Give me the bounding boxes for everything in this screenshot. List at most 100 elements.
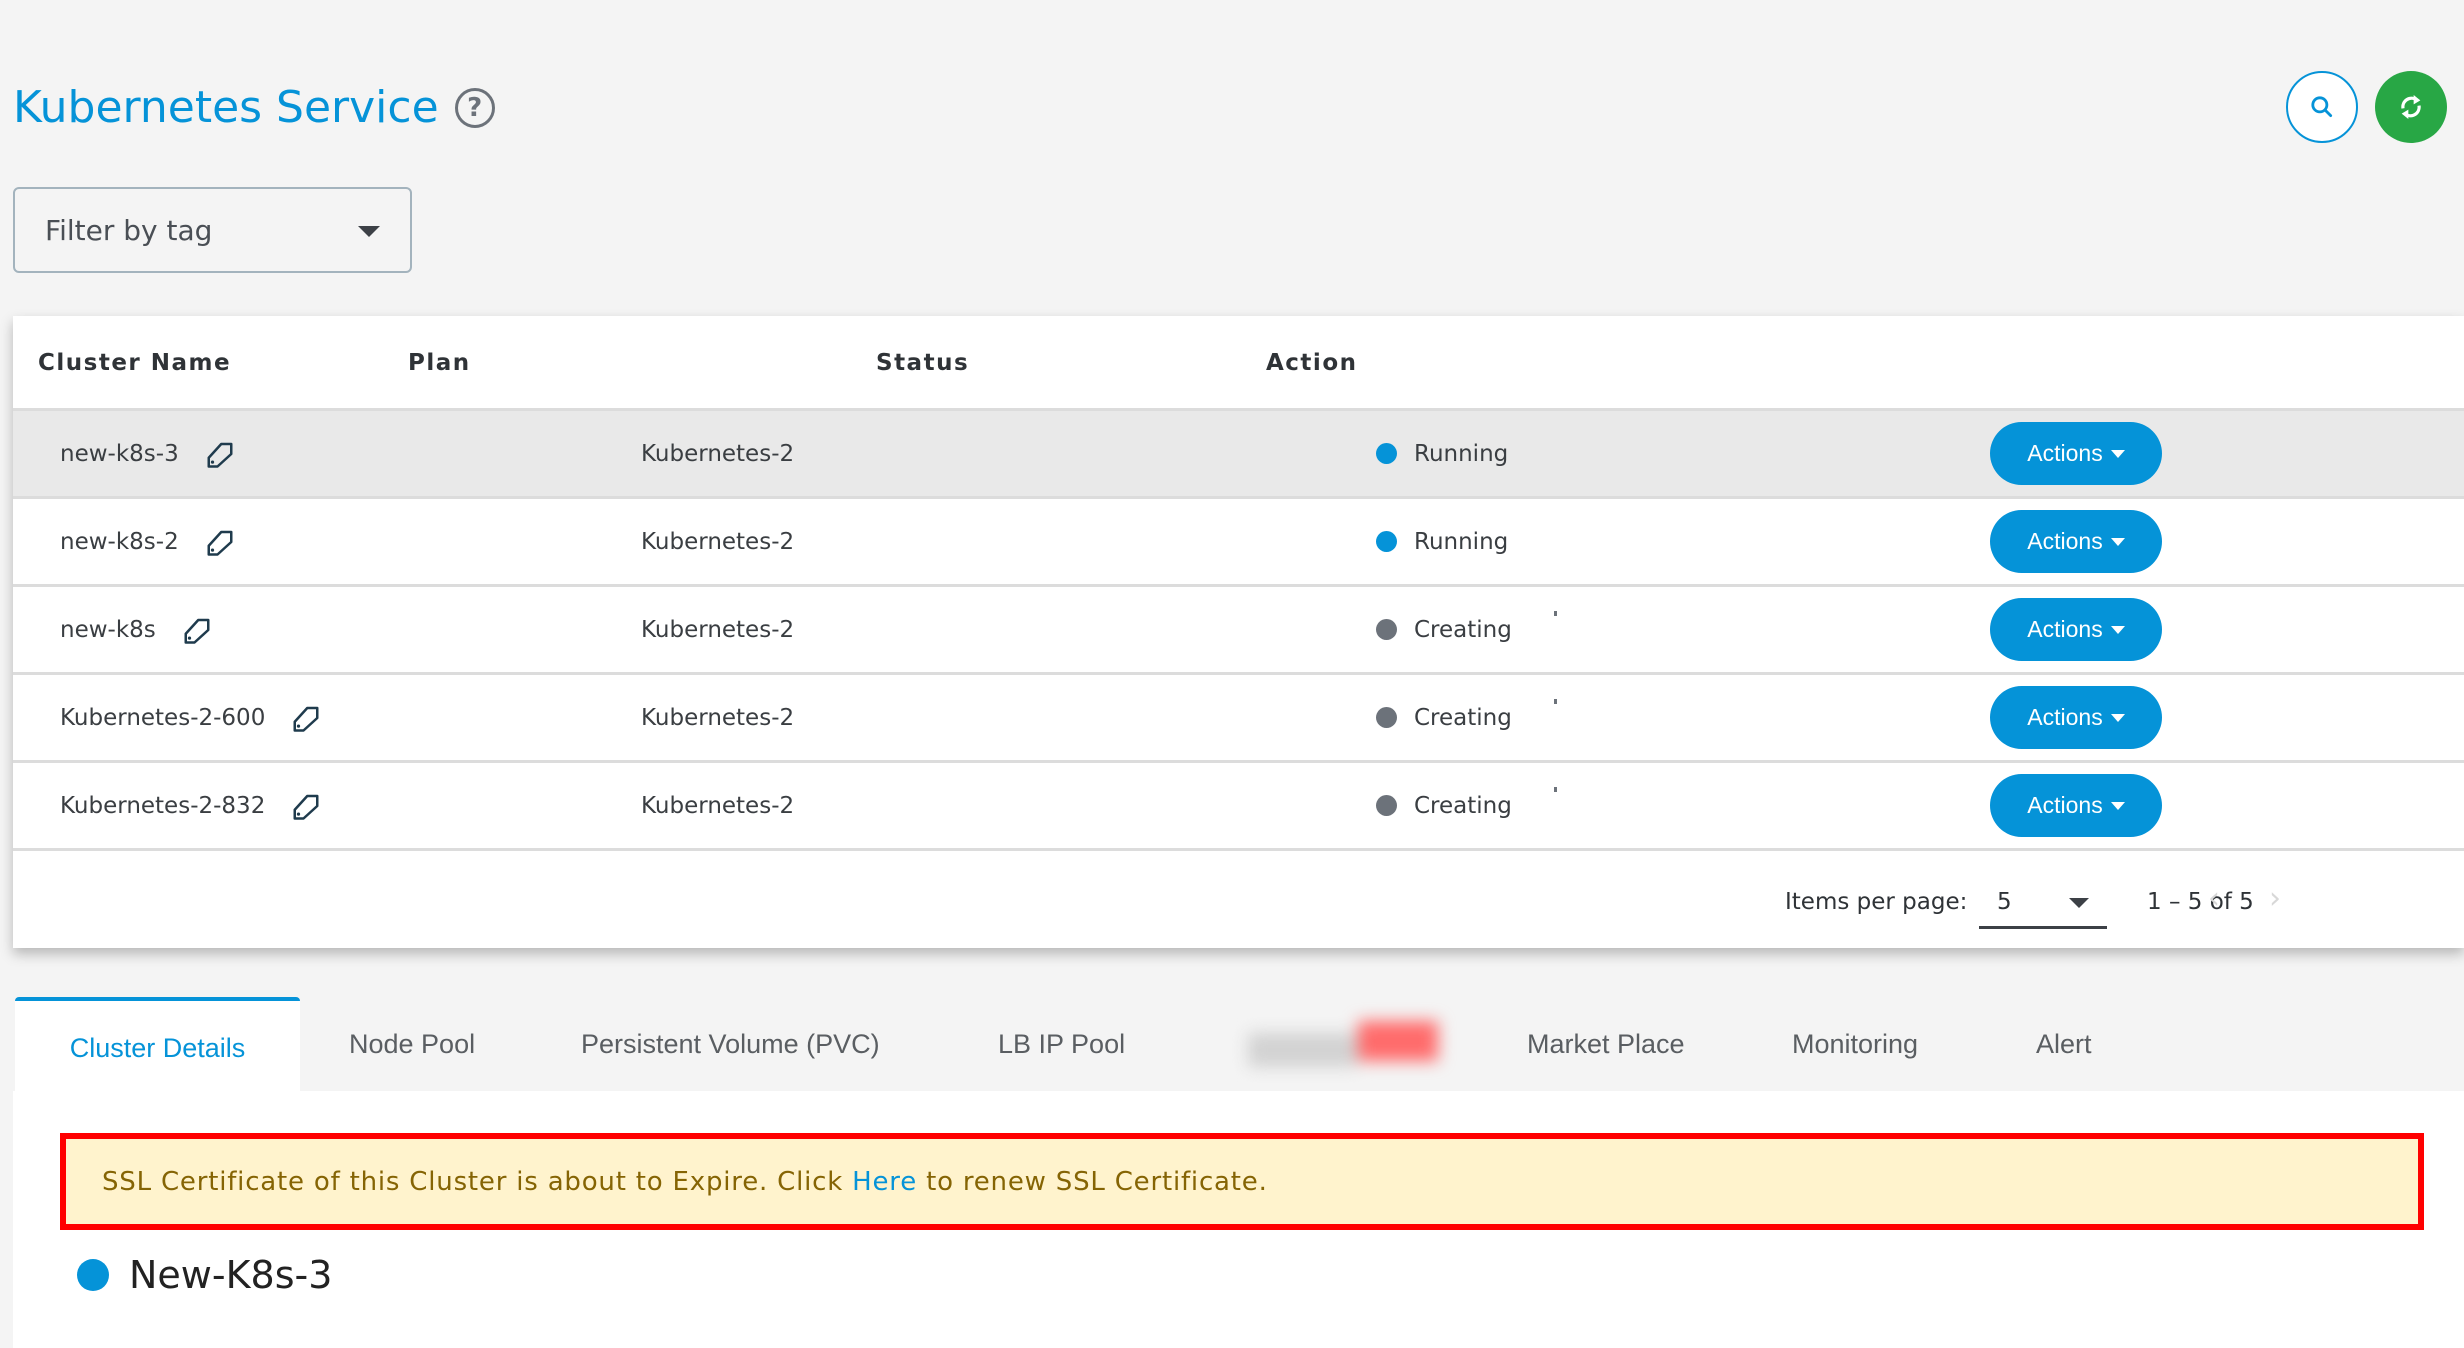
status-badge: Running [1414,528,1509,555]
tag-icon[interactable] [291,703,321,733]
actions-label: Actions [2027,704,2103,730]
detail-tabs: Cluster Details Node Pool Persistent Vol… [13,997,2464,1091]
alert-text-before: SSL Certificate of this Cluster is about… [102,1166,853,1197]
question-circle-icon[interactable]: ? [454,87,495,128]
page-range: 1 – 5 of 5 [2147,889,2254,915]
filter-label: Filter by tag [45,213,213,247]
status-dot-icon [77,1259,109,1291]
next-page-button[interactable]: › [2269,881,2281,916]
actions-dropdown-button[interactable]: Actions [1990,422,2162,485]
status-dot-icon [1376,443,1397,464]
status-badge: Creating [1414,616,1512,643]
page-title: Kubernetes Service ? [13,82,495,133]
tab-monitoring[interactable]: Monitoring [1792,997,1918,1091]
cluster-heading: New-K8s-3 [77,1253,332,1297]
tag-icon[interactable] [205,439,235,469]
status-dot-icon [1376,795,1397,816]
status-cell: Running [1376,499,1508,584]
previous-page-button[interactable]: ‹ [2208,881,2220,916]
cluster-name-cell: Kubernetes-2-832 [60,763,321,848]
tag-icon[interactable] [182,615,212,645]
alert-text-after: to renew SSL Certificate. [917,1166,1268,1197]
refresh-icon [2401,95,2421,119]
caret-down-icon [2110,713,2125,722]
renew-ssl-link[interactable]: Here [852,1167,917,1197]
plan-cell: Kubernetes-2 [641,792,795,819]
cluster-name[interactable]: new-k8s-3 [60,441,179,467]
plan-cell: Kubernetes-2 [641,616,795,643]
actions-dropdown-button[interactable]: Actions [1990,686,2162,749]
caret-down-icon [2110,801,2125,810]
cluster-name[interactable]: new-k8s-2 [60,529,179,555]
column-header-status[interactable]: Status [876,350,969,376]
status-cell: Running [1376,411,1508,496]
ssl-expiry-alert: SSL Certificate of this Cluster is about… [60,1133,2424,1230]
items-per-page-value: 5 [1997,889,2012,915]
status-cell: Creating [1376,587,1557,672]
column-header-action: Action [1266,350,1358,376]
cluster-name-cell: new-k8s [60,587,212,672]
status-badge: Running [1414,440,1509,467]
table-header: Cluster Name Plan Status Action [13,316,2464,411]
column-header-plan[interactable]: Plan [408,350,471,376]
caret-down-icon [2110,625,2125,634]
plan-cell: Kubernetes-2 [641,704,795,731]
cluster-details-panel: SSL Certificate of this Cluster is about… [13,1091,2464,1348]
filter-by-tag-dropdown[interactable]: Filter by tag [13,187,412,273]
tab-node-pool[interactable]: Node Pool [349,997,475,1091]
actions-label: Actions [2027,440,2103,466]
cluster-name-cell: new-k8s-3 [60,411,235,496]
actions-dropdown-button[interactable]: Actions [1990,598,2162,661]
action-cell: Actions [1990,499,2162,584]
table-row[interactable]: new-k8s-3 Kubernetes-2 Running Actions [13,411,2464,499]
cluster-name[interactable]: new-k8s [60,617,156,643]
actions-label: Actions [2027,616,2103,642]
caret-down-icon [2110,449,2125,458]
tab-alert[interactable]: Alert [2036,997,2092,1091]
tab-redacted[interactable] [1228,1007,1453,1083]
actions-label: Actions [2027,792,2103,818]
action-cell: Actions [1990,675,2162,760]
tab-cluster-details[interactable]: Cluster Details [15,997,300,1091]
table-row[interactable]: Kubernetes-2-832 Kubernetes-2 Creating Acti… [13,763,2464,851]
cluster-name[interactable]: Kubernetes-2-832 [60,793,265,819]
cluster-name[interactable]: Kubernetes-2-600 [60,705,265,731]
progress-indicator-icon [1554,787,1557,792]
status-dot-icon [1376,707,1397,728]
page-title-text: Kubernetes Service [13,82,439,133]
items-per-page-label: Items per page: [1785,889,1968,915]
column-header-cluster-name[interactable]: Cluster Name [38,350,231,376]
caret-down-icon [2110,537,2125,546]
cluster-name-cell: Kubernetes-2-600 [60,675,321,760]
plan-cell: Kubernetes-2 [641,528,795,555]
action-cell: Actions [1990,587,2162,672]
table-row[interactable]: new-k8s Kubernetes-2 Creating Actions [13,587,2464,675]
table-row[interactable]: new-k8s-2 Kubernetes-2 Running Actions [13,499,2464,587]
table-row[interactable]: Kubernetes-2-600 Kubernetes-2 Creating Acti… [13,675,2464,763]
status-dot-icon [1376,619,1397,640]
actions-dropdown-button[interactable]: Actions [1990,774,2162,837]
tag-icon[interactable] [291,791,321,821]
refresh-button[interactable] [2375,71,2447,143]
tab-market-place[interactable]: Market Place [1527,997,1685,1091]
action-cell: Actions [1990,763,2162,848]
clusters-table: Cluster Name Plan Status Action new-k8s-… [13,316,2464,948]
progress-indicator-icon [1554,611,1557,616]
search-button[interactable] [2286,71,2358,143]
status-cell: Creating [1376,675,1557,760]
status-badge: Creating [1414,792,1512,819]
action-cell: Actions [1990,411,2162,496]
status-dot-icon [1376,531,1397,552]
items-per-page-select[interactable]: 5 [1979,871,2107,929]
tab-persistent-volume[interactable]: Persistent Volume (PVC) [581,997,880,1091]
paginator: Items per page: 5 1 – 5 of 5 ‹ › [13,851,2464,948]
tag-icon[interactable] [205,527,235,557]
plan-cell: Kubernetes-2 [641,440,795,467]
status-cell: Creating [1376,763,1557,848]
actions-dropdown-button[interactable]: Actions [1990,510,2162,573]
progress-indicator-icon [1554,699,1557,704]
cluster-name-cell: new-k8s-2 [60,499,235,584]
tab-lb-ip-pool[interactable]: LB IP Pool [998,997,1125,1091]
search-icon [2311,96,2333,118]
actions-label: Actions [2027,528,2103,554]
